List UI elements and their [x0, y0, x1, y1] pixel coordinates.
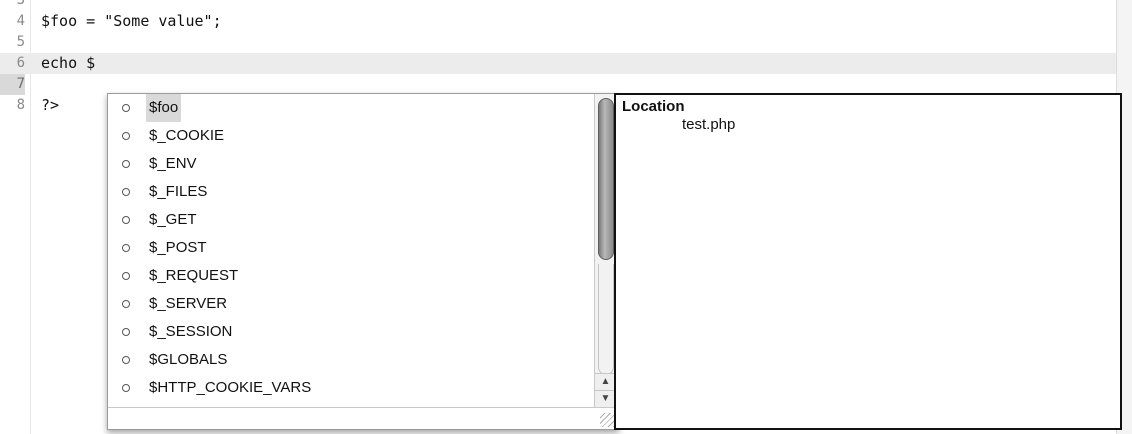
- current-code-line[interactable]: 6 echo $: [0, 53, 1116, 74]
- autocomplete-item[interactable]: $_GET: [108, 206, 593, 234]
- autocomplete-item-label: $_ENV: [149, 155, 197, 172]
- autocomplete-item-label: $_POST: [149, 239, 207, 256]
- info-heading: Location: [622, 98, 685, 115]
- autocomplete-item-label: $GLOBALS: [149, 351, 228, 368]
- scrollbar-track[interactable]: [598, 264, 614, 375]
- autocomplete-item-label: $_REQUEST: [149, 267, 239, 284]
- autocomplete-item[interactable]: $_ENV: [108, 150, 593, 178]
- variable-bullet-icon: [122, 356, 130, 364]
- autocomplete-info-panel: Location test.php: [614, 93, 1122, 430]
- scroll-up-arrow-icon[interactable]: ▲: [595, 373, 616, 390]
- variable-bullet-icon: [122, 132, 130, 140]
- resize-grip-icon[interactable]: [600, 413, 614, 427]
- autocomplete-item[interactable]: $_COOKIE: [108, 122, 593, 150]
- autocomplete-item[interactable]: $_REQUEST: [108, 262, 593, 290]
- autocomplete-list[interactable]: $foo $_COOKIE $_ENV $_FILES $_GET $_POST…: [108, 94, 593, 407]
- autocomplete-item[interactable]: $_SERVER: [108, 290, 593, 318]
- variable-bullet-icon: [122, 272, 130, 280]
- line-number: 3: [16, 0, 25, 8]
- variable-bullet-icon: [122, 188, 130, 196]
- autocomplete-popup[interactable]: $foo $_COOKIE $_ENV $_FILES $_GET $_POST…: [107, 93, 619, 430]
- line-number: 5: [16, 34, 25, 50]
- scrollbar-thumb[interactable]: [598, 98, 614, 260]
- autocomplete-item[interactable]: $_SESSION: [108, 318, 593, 346]
- line-number: 7: [0, 74, 25, 95]
- autocomplete-item-label: $_FILES: [149, 183, 208, 200]
- line-number: 8: [16, 97, 25, 113]
- autocomplete-item[interactable]: $GLOBALS: [108, 346, 593, 374]
- code-text: echo $: [41, 54, 96, 72]
- autocomplete-item[interactable]: $_POST: [108, 234, 593, 262]
- variable-bullet-icon: [122, 160, 130, 168]
- autocomplete-item-label: $HTTP_COOKIE_VARS: [149, 379, 312, 396]
- code-text: $foo = "Some value";: [41, 12, 222, 30]
- autocomplete-item-label: $_COOKIE: [149, 127, 225, 144]
- variable-bullet-icon: [122, 384, 130, 392]
- code-line[interactable]: 7: [0, 74, 1116, 95]
- code-line[interactable]: 5: [0, 32, 1116, 53]
- code-line[interactable]: 3: [0, 0, 1116, 11]
- autocomplete-item[interactable]: $HTTP_COOKIE_VARS: [108, 374, 593, 402]
- autocomplete-item-label: $_SERVER: [149, 295, 228, 312]
- code-line[interactable]: 4 $foo = "Some value";: [0, 11, 1116, 32]
- code-text: ?>: [41, 96, 60, 114]
- line-number: 4: [16, 13, 25, 29]
- scroll-down-arrow-icon[interactable]: ▼: [595, 390, 616, 407]
- autocomplete-status-bar: [108, 407, 616, 429]
- autocomplete-item-label: $_GET: [149, 211, 197, 228]
- variable-bullet-icon: [122, 300, 130, 308]
- autocomplete-item[interactable]: $foo: [108, 94, 593, 122]
- autocomplete-item[interactable]: $_FILES: [108, 178, 593, 206]
- line-number: 6: [16, 55, 25, 71]
- variable-bullet-icon: [122, 216, 130, 224]
- variable-bullet-icon: [122, 104, 130, 112]
- info-location-value: test.php: [682, 116, 736, 133]
- autocomplete-item-label: $_SESSION: [149, 323, 233, 340]
- autocomplete-item-label: $foo: [146, 94, 182, 122]
- variable-bullet-icon: [122, 328, 130, 336]
- variable-bullet-icon: [122, 244, 130, 252]
